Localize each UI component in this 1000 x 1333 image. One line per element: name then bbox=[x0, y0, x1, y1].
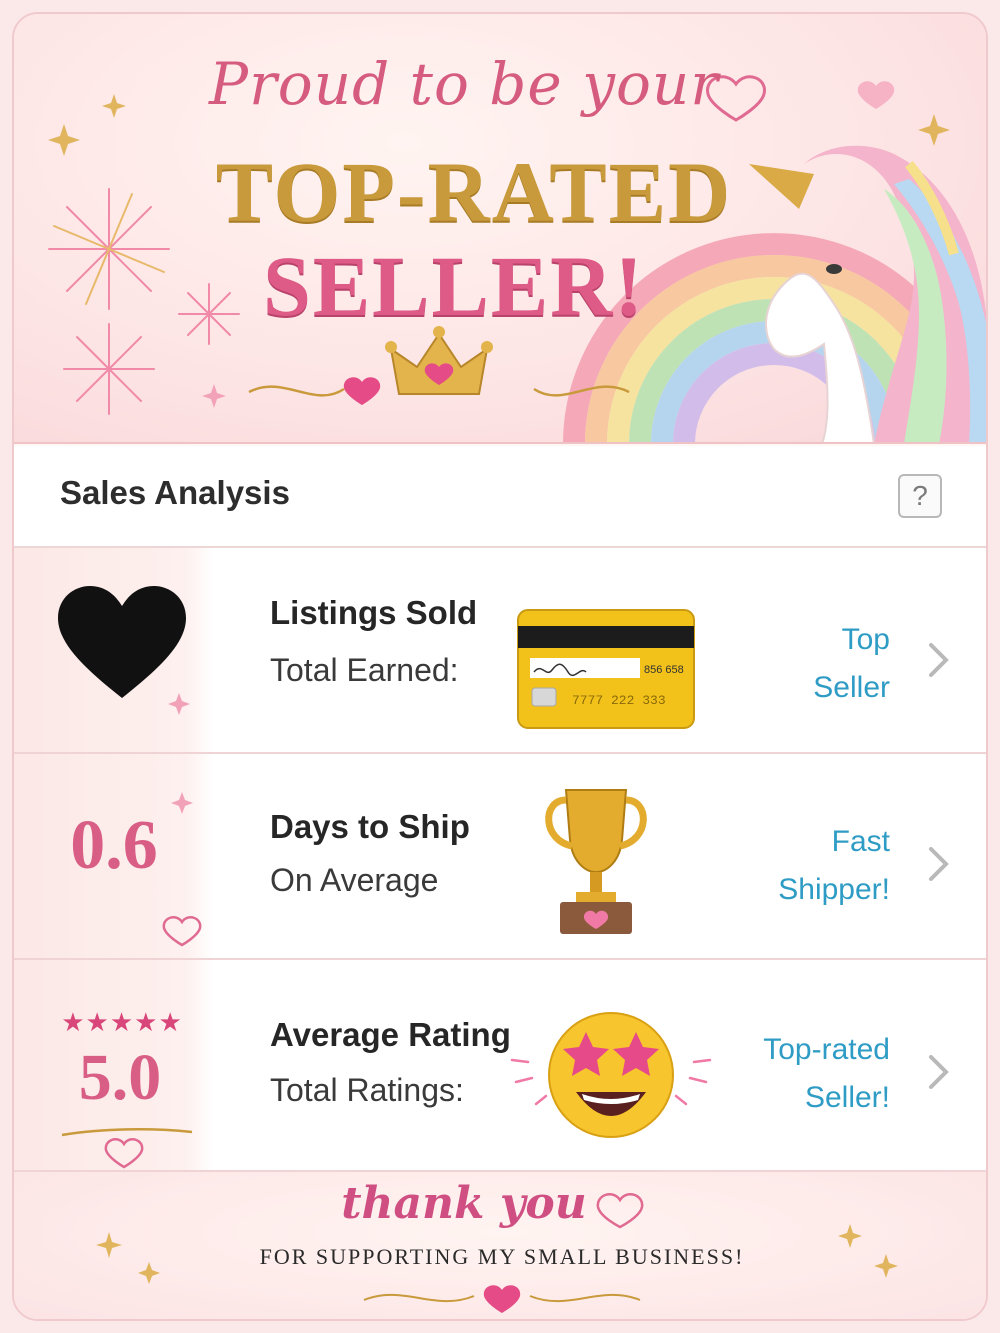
row-left-panel bbox=[14, 548, 214, 752]
banner-line-2: TOP-RATED bbox=[215, 144, 733, 240]
row-title: Listings Sold bbox=[270, 594, 478, 631]
support-text: FOR SUPPORTING MY SMALL BUSINESS! bbox=[259, 1244, 745, 1269]
section-title: Sales Analysis bbox=[60, 474, 290, 511]
stat-row-listings[interactable]: Listings Sold Total Earned: 856 658 7777… bbox=[14, 548, 986, 754]
card-number-top: 856 658 bbox=[644, 664, 684, 676]
badge-line-2: Shipper! bbox=[778, 873, 890, 906]
black-heart-icon bbox=[58, 586, 190, 715]
chevron-right-icon[interactable] bbox=[926, 640, 952, 680]
banner-line-1: Proud to be your bbox=[209, 50, 719, 118]
row-title: Days to Ship bbox=[270, 808, 470, 845]
stat-row-shipping[interactable]: 0.6 Days to Ship On Average Fast Shipper… bbox=[14, 754, 986, 960]
app-frame: Proud to be your TOP-RATED SELLER! Sales… bbox=[12, 12, 988, 1321]
section-header: Sales Analysis ? bbox=[14, 446, 986, 548]
row-left-panel: 0.6 bbox=[14, 754, 214, 958]
star-struck-emoji-icon bbox=[510, 1012, 712, 1138]
sparkle-icon bbox=[168, 693, 190, 715]
row-badge: Top-rated Seller! bbox=[763, 1026, 890, 1122]
thank-you-footer: thank you FOR SUPPORTING MY SMALL BUSINE… bbox=[14, 1172, 986, 1319]
underline-flourish bbox=[61, 1128, 193, 1137]
badge-line-1: Top bbox=[841, 623, 890, 656]
row-subtitle: Total Ratings: bbox=[270, 1072, 464, 1108]
thank-you-text: thank you bbox=[341, 1178, 587, 1229]
badge-line-1: Fast bbox=[831, 825, 890, 858]
heart-icon bbox=[483, 1285, 521, 1313]
row-badge: Top Seller bbox=[813, 616, 890, 712]
ship-days-value: 0.6 bbox=[70, 807, 158, 884]
row-subtitle: On Average bbox=[270, 862, 439, 898]
row-subtitle: Total Earned: bbox=[270, 652, 459, 688]
row-title: Average Rating bbox=[270, 1016, 511, 1053]
badge-line-1: Top-rated bbox=[763, 1033, 890, 1066]
card-number: 7777 222 333 bbox=[572, 693, 666, 708]
heart-icon bbox=[857, 81, 895, 109]
row-left-panel: ★★★★★ 5.0 bbox=[14, 960, 214, 1170]
hero-banner: Proud to be your TOP-RATED SELLER! bbox=[14, 14, 986, 444]
heart-icon bbox=[343, 377, 381, 405]
stat-row-rating[interactable]: ★★★★★ 5.0 Average Rating Total Ratings: … bbox=[14, 960, 986, 1172]
trophy-icon bbox=[545, 789, 647, 934]
heart-icon bbox=[104, 1138, 144, 1169]
crown-icon bbox=[385, 326, 493, 395]
heart-icon bbox=[162, 916, 202, 947]
credit-card-icon: 856 658 7777 222 333 bbox=[517, 609, 695, 729]
chevron-right-icon[interactable] bbox=[926, 1052, 952, 1092]
chevron-right-icon[interactable] bbox=[926, 844, 952, 884]
row-badge: Fast Shipper! bbox=[778, 818, 890, 914]
badge-line-2: Seller bbox=[813, 671, 890, 704]
help-button[interactable]: ? bbox=[898, 474, 942, 518]
badge-line-2: Seller! bbox=[804, 1081, 890, 1114]
banner-line-3: SELLER! bbox=[262, 238, 646, 334]
